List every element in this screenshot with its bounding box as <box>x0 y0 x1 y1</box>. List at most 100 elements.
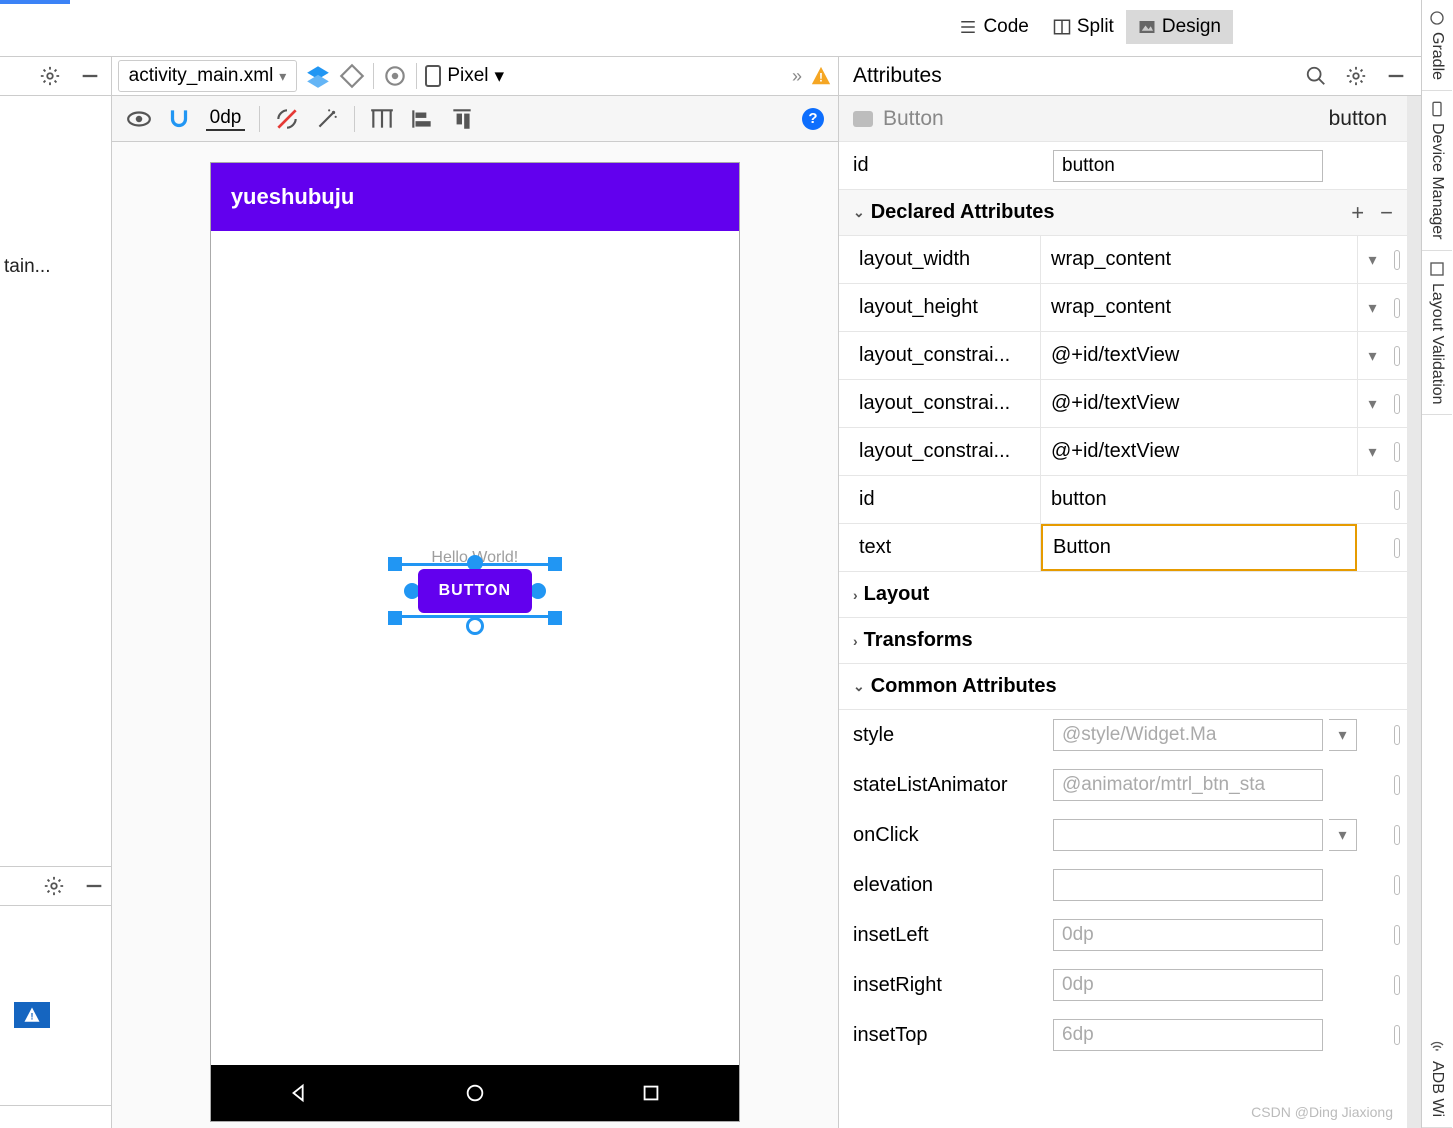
common-attr-input[interactable] <box>1053 969 1323 1001</box>
dropdown-icon[interactable]: ▾ <box>1357 236 1387 283</box>
attr-flag[interactable] <box>1387 825 1407 845</box>
file-tab[interactable]: activity_main.xml ▾ <box>118 60 298 92</box>
common-attr-input[interactable] <box>1053 919 1323 951</box>
button-widget[interactable]: BUTTON <box>418 569 532 613</box>
attr-flag[interactable] <box>1387 775 1407 795</box>
common-attr-input[interactable] <box>1053 1019 1323 1051</box>
dropdown-icon[interactable]: ▾ <box>1357 332 1387 379</box>
overflow-chevrons[interactable]: » <box>792 66 802 87</box>
resize-handle[interactable] <box>388 557 402 571</box>
design-canvas[interactable]: yueshubuju Hello World! <box>112 142 838 1128</box>
attr-value-input[interactable] <box>1051 440 1347 463</box>
wifi-icon <box>1429 1039 1445 1055</box>
id-label: id <box>853 154 1053 177</box>
view-mode-code-label: Code <box>983 16 1028 38</box>
selected-widget[interactable]: Hello World! <box>418 549 532 613</box>
left-truncated-item[interactable]: tain... <box>4 256 50 277</box>
minimize-icon[interactable] <box>79 65 101 87</box>
wand-icon[interactable] <box>314 106 340 132</box>
device-selector[interactable]: Pixel ▾ <box>425 65 504 88</box>
attr-flag[interactable] <box>1387 925 1407 945</box>
rail-device-manager[interactable]: Device Manager <box>1422 91 1452 251</box>
common-attr-label: style <box>853 724 1053 747</box>
attr-value-input[interactable] <box>1051 488 1347 511</box>
distribute-icon[interactable] <box>449 106 475 132</box>
remove-attribute-icon[interactable]: − <box>1380 200 1393 226</box>
rail-gradle[interactable]: Gradle <box>1422 0 1452 91</box>
nav-home-icon[interactable] <box>464 1082 486 1104</box>
id-input[interactable] <box>1053 150 1323 182</box>
gear-icon[interactable] <box>43 875 65 897</box>
left-lower-panel: ! <box>0 866 115 1106</box>
declared-attributes-header[interactable]: ⌄ Declared Attributes + − <box>839 190 1407 236</box>
minimize-icon[interactable] <box>1385 65 1407 87</box>
search-icon[interactable] <box>1305 65 1327 87</box>
magnet-icon[interactable] <box>166 106 192 132</box>
nav-back-icon[interactable] <box>288 1082 310 1104</box>
phone-body[interactable]: Hello World! <box>211 231 739 1065</box>
dropdown-icon[interactable]: ▾ <box>1329 719 1357 751</box>
attr-flag[interactable] <box>1387 975 1407 995</box>
editor-column: activity_main.xml ▾ Pixel ▾ » ! 0dp <box>111 56 839 1128</box>
view-mode-design[interactable]: Design <box>1126 10 1233 44</box>
common-attr-input[interactable] <box>1053 769 1323 801</box>
warning-icon[interactable]: ! <box>810 65 832 87</box>
attr-flag[interactable] <box>1387 250 1407 270</box>
common-attr-input[interactable] <box>1053 819 1323 851</box>
rotate-icon[interactable] <box>339 63 365 89</box>
attr-value-input[interactable] <box>1051 296 1347 319</box>
common-attr-row: onClick▾ <box>839 810 1407 860</box>
dropdown-icon[interactable]: ▾ <box>1357 428 1387 475</box>
add-attribute-icon[interactable]: + <box>1351 200 1364 226</box>
constraint-handle[interactable] <box>530 583 546 599</box>
layers-icon[interactable] <box>305 63 331 89</box>
attr-flag[interactable] <box>1387 298 1407 318</box>
common-attr-label: insetRight <box>853 974 1053 997</box>
resize-handle[interactable] <box>388 611 402 625</box>
transforms-section-header[interactable]: › Transforms <box>839 618 1407 664</box>
eye-icon[interactable] <box>126 106 152 132</box>
common-attr-input[interactable] <box>1053 869 1323 901</box>
guideline-icon[interactable] <box>369 106 395 132</box>
scrollbar[interactable] <box>1407 96 1421 1128</box>
attr-flag[interactable] <box>1387 538 1407 558</box>
attr-flag[interactable] <box>1387 875 1407 895</box>
attr-value-input[interactable] <box>1051 392 1347 415</box>
nav-recent-icon[interactable] <box>640 1082 662 1104</box>
minimize-icon[interactable] <box>83 875 105 897</box>
attr-flag[interactable] <box>1387 1025 1407 1045</box>
attr-flag[interactable] <box>1387 346 1407 366</box>
constraint-handle-open[interactable] <box>466 617 484 635</box>
chevron-right-icon: › <box>853 633 858 649</box>
view-mode-code[interactable]: Code <box>947 10 1040 44</box>
resize-handle[interactable] <box>548 557 562 571</box>
attr-flag[interactable] <box>1387 725 1407 745</box>
clear-constraints-icon[interactable] <box>274 106 300 132</box>
default-margin-button[interactable]: 0dp <box>206 107 246 131</box>
dropdown-icon[interactable]: ▾ <box>1329 819 1357 851</box>
attr-value-input[interactable] <box>1051 248 1347 271</box>
attr-value-cell <box>1041 524 1357 571</box>
view-mode-split[interactable]: Split <box>1041 10 1126 44</box>
help-icon[interactable]: ? <box>802 108 824 130</box>
split-icon <box>1053 18 1071 36</box>
gear-icon[interactable] <box>1345 65 1367 87</box>
declared-attr-row: id <box>839 476 1407 524</box>
dropdown-icon[interactable]: ▾ <box>1357 380 1387 427</box>
attr-flag[interactable] <box>1387 394 1407 414</box>
gear-icon[interactable] <box>39 65 61 87</box>
attr-value-input[interactable] <box>1051 344 1347 367</box>
warning-badge[interactable]: ! <box>14 1002 50 1028</box>
rail-layout-validation[interactable]: Layout Validation <box>1422 251 1452 416</box>
common-attr-input[interactable] <box>1053 719 1323 751</box>
resize-handle[interactable] <box>548 611 562 625</box>
attr-flag[interactable] <box>1387 490 1407 510</box>
circle-dot-icon[interactable] <box>382 63 408 89</box>
attr-flag[interactable] <box>1387 442 1407 462</box>
common-attributes-header[interactable]: ⌄ Common Attributes <box>839 664 1407 710</box>
layout-section-header[interactable]: › Layout <box>839 572 1407 618</box>
rail-adb[interactable]: ADB Wi <box>1422 1029 1452 1128</box>
align-icon[interactable] <box>409 106 435 132</box>
attr-value-input[interactable] <box>1053 536 1345 559</box>
dropdown-icon[interactable]: ▾ <box>1357 284 1387 331</box>
